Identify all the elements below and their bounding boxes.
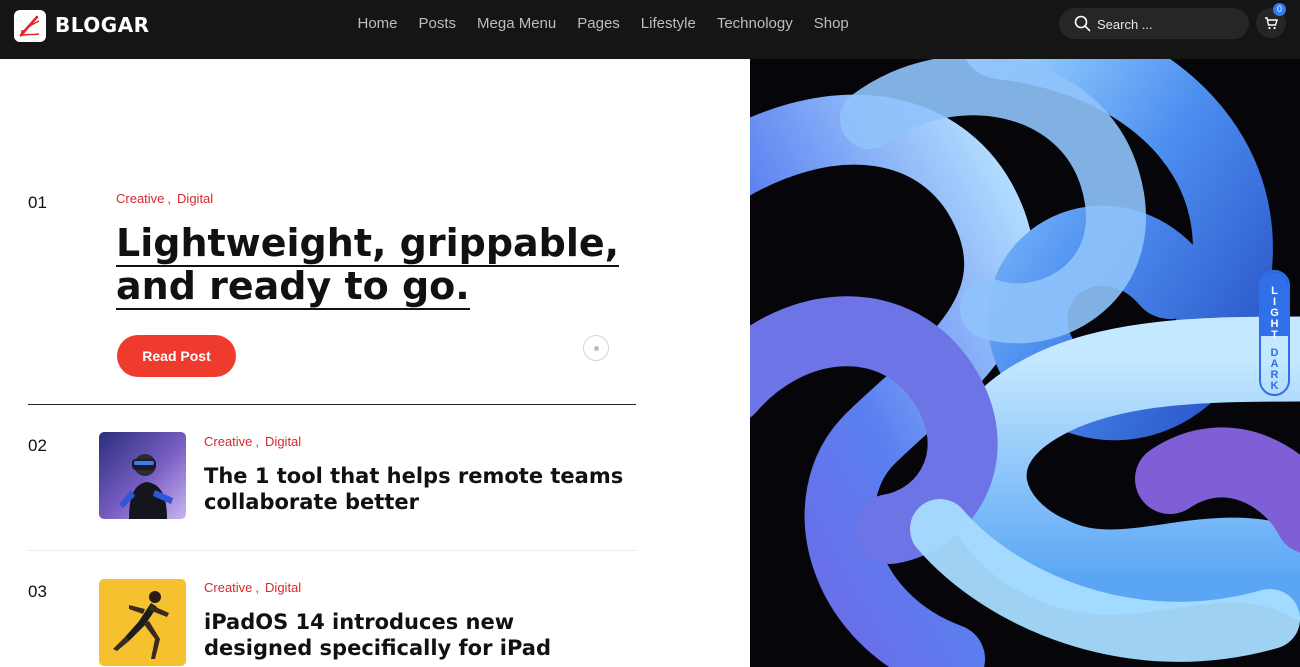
nav-item-technology[interactable]: Technology bbox=[717, 15, 793, 32]
nav-item-lifestyle[interactable]: Lifestyle bbox=[641, 15, 696, 32]
nav-item-mega-menu[interactable]: Mega Menu bbox=[477, 15, 556, 32]
post-categories: Creative, Digital bbox=[116, 191, 214, 206]
search-icon[interactable] bbox=[1074, 15, 1091, 32]
divider bbox=[28, 550, 636, 551]
post-title[interactable]: The 1 tool that helps remote teams colla… bbox=[204, 463, 624, 515]
read-post-button[interactable]: Read Post bbox=[117, 335, 236, 377]
site-header: BLOGAR Home Posts Mega Menu Pages Lifest… bbox=[0, 0, 1300, 59]
search-input[interactable] bbox=[1097, 14, 1237, 34]
theme-toggle[interactable]: LIGHT DARK bbox=[1259, 270, 1290, 396]
nav-item-home[interactable]: Home bbox=[358, 15, 398, 32]
light-mode-label: LIGHT bbox=[1270, 285, 1279, 341]
category-link[interactable]: Creative bbox=[204, 580, 252, 595]
slider-dot-button[interactable] bbox=[583, 335, 609, 361]
cart-icon bbox=[1265, 17, 1278, 30]
nav-item-posts[interactable]: Posts bbox=[419, 15, 457, 32]
featured-artwork-image bbox=[750, 59, 1300, 667]
post-categories: Creative, Digital bbox=[204, 434, 302, 449]
featured-post-title[interactable]: Lightweight, grippable, and ready to go. bbox=[116, 221, 636, 310]
main-nav: Home Posts Mega Menu Pages Lifestyle Tec… bbox=[347, 0, 859, 47]
light-mode-option[interactable]: LIGHT bbox=[1261, 272, 1288, 341]
post-categories: Creative, Digital bbox=[204, 580, 302, 595]
brand-name[interactable]: BLOGAR bbox=[55, 13, 150, 37]
post-title[interactable]: iPadOS 14 introduces new designed specif… bbox=[204, 609, 624, 661]
search-box bbox=[1059, 8, 1249, 39]
logo-icon[interactable] bbox=[14, 10, 46, 42]
cart-count-badge: 0 bbox=[1273, 3, 1286, 16]
category-link[interactable]: Digital bbox=[265, 434, 301, 449]
category-link[interactable]: Digital bbox=[177, 191, 213, 206]
nav-item-shop[interactable]: Shop bbox=[814, 15, 849, 32]
category-link[interactable]: Creative bbox=[204, 434, 252, 449]
post-number: 03 bbox=[28, 582, 47, 601]
divider bbox=[28, 404, 636, 405]
post-thumbnail-runner[interactable] bbox=[99, 579, 186, 666]
post-number: 02 bbox=[28, 436, 47, 455]
post-number: 01 bbox=[28, 193, 47, 212]
category-link[interactable]: Creative bbox=[116, 191, 164, 206]
nav-item-pages[interactable]: Pages bbox=[577, 15, 620, 32]
post-thumbnail-vr[interactable] bbox=[99, 432, 186, 519]
dark-mode-label[interactable]: DARK bbox=[1261, 348, 1288, 392]
category-link[interactable]: Digital bbox=[265, 580, 301, 595]
